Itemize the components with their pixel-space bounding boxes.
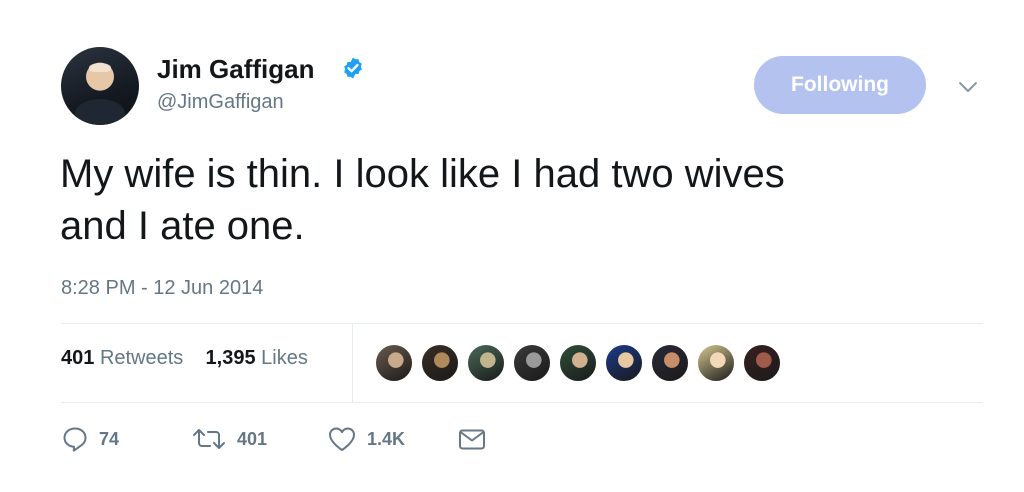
tweet-text-line-2: and I ate one. bbox=[60, 204, 305, 248]
like-button[interactable]: 1.4K bbox=[327, 422, 405, 456]
liker-avatar[interactable] bbox=[466, 343, 506, 383]
chevron-down-icon[interactable] bbox=[958, 80, 978, 94]
reply-icon bbox=[63, 427, 87, 452]
author-handle[interactable]: @JimGaffigan bbox=[157, 91, 284, 114]
liker-avatar[interactable] bbox=[696, 343, 736, 383]
liker-avatar[interactable] bbox=[420, 343, 460, 383]
liker-avatar[interactable] bbox=[374, 343, 414, 383]
liker-avatar[interactable] bbox=[558, 343, 598, 383]
direct-message-button[interactable] bbox=[457, 422, 487, 456]
retweets-label: Retweets bbox=[99, 347, 184, 369]
tweet-text-line-1: My wife is thin. I look like I had two w… bbox=[60, 152, 785, 196]
heart-icon bbox=[329, 427, 355, 451]
envelope-icon bbox=[459, 429, 485, 450]
author-name[interactable]: Jim Gaffigan bbox=[157, 54, 314, 85]
stats-separator bbox=[352, 324, 353, 402]
retweet-count: 401 bbox=[237, 428, 268, 449]
engagement-stats: 401 Retweets 1,395 Likes bbox=[61, 347, 308, 370]
reply-count: 74 bbox=[99, 428, 120, 449]
retweets-count: 401 bbox=[61, 347, 95, 369]
avatar-shirt bbox=[75, 99, 125, 125]
like-count: 1.4K bbox=[367, 428, 406, 449]
likes-count: 1,395 bbox=[205, 347, 256, 369]
liker-avatar[interactable] bbox=[604, 343, 644, 383]
retweet-icon bbox=[193, 429, 225, 449]
avatar-hair bbox=[89, 63, 111, 72]
liker-avatar[interactable] bbox=[512, 343, 552, 383]
tweet-timestamp[interactable]: 8:28 PM - 12 Jun 2014 bbox=[61, 277, 263, 300]
tweet-text: My wife is thin. I look like I had two w… bbox=[60, 148, 960, 252]
liker-avatar[interactable] bbox=[742, 343, 782, 383]
avatar[interactable] bbox=[61, 47, 139, 125]
reply-button[interactable]: 74 bbox=[61, 422, 119, 456]
divider-bottom bbox=[61, 402, 983, 403]
verified-badge-icon bbox=[344, 57, 362, 79]
following-button[interactable]: Following bbox=[754, 56, 926, 114]
likes-label: Likes bbox=[261, 347, 308, 369]
divider-top bbox=[61, 323, 983, 324]
retweet-button[interactable]: 401 bbox=[191, 422, 267, 456]
liker-avatar[interactable] bbox=[650, 343, 690, 383]
likes-stat[interactable]: 1,395 Likes bbox=[206, 347, 308, 369]
retweets-stat[interactable]: 401 Retweets bbox=[61, 347, 183, 369]
